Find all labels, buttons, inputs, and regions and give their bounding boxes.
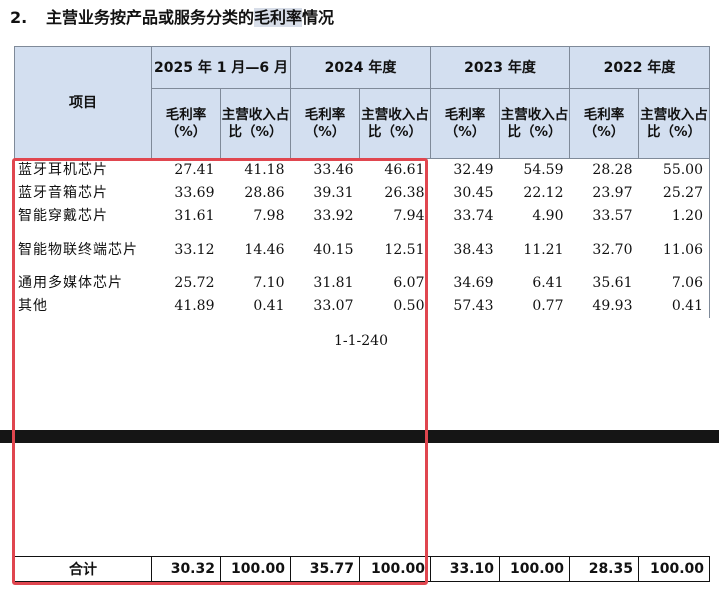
- revenue-share-header: 主营收入占比（%）: [220, 88, 291, 159]
- section-heading: 2. 主营业务按产品或服务分类的毛利率情况: [10, 4, 334, 32]
- cell-value: 39.31: [313, 185, 354, 201]
- cell-value: 32.70: [592, 242, 633, 258]
- total-value: 35.77: [290, 556, 360, 582]
- total-value: 30.32: [151, 556, 221, 582]
- cell-value: 0.41: [253, 298, 285, 314]
- gross-margin-header: 毛利率（%）: [151, 88, 221, 159]
- cell-value: 25.27: [638, 182, 710, 205]
- total-value: 100.00: [499, 556, 570, 582]
- row-name: 智能物联终端芯片: [14, 228, 152, 272]
- cell-value: 41.18: [244, 162, 285, 178]
- document-page: 2. 主营业务按产品或服务分类的毛利率情况 项目 2025 年 1 月—6 月 2…: [0, 0, 719, 593]
- page-break-band: [0, 430, 719, 443]
- cell-value: 35.61: [592, 275, 633, 291]
- cell-value: 0.50: [393, 298, 425, 314]
- table-row: 蓝牙音箱芯片 33.69 28.86 39.31 26.38 30.45 22.…: [14, 182, 710, 205]
- cell-value: 22.12: [523, 185, 564, 201]
- total-value: 33.10: [430, 556, 500, 582]
- cell-value: 25.72: [174, 275, 215, 291]
- table-row: 智能物联终端芯片 33.12 14.46 40.15 12.51 38.43 1…: [14, 228, 710, 272]
- revenue-share-header: 主营收入占比（%）: [359, 88, 431, 159]
- row-name: 智能穿戴芯片: [14, 205, 152, 228]
- period-header: 2022 年度: [569, 46, 710, 89]
- cell-value: 33.46: [313, 162, 354, 178]
- total-label: 合计: [14, 556, 152, 582]
- row-name: 蓝牙耳机芯片: [14, 158, 152, 182]
- total-row-table: 合计 30.32 100.00 35.77 100.00 33.10 100.0…: [14, 556, 710, 582]
- cell-value: 27.41: [174, 162, 215, 178]
- cell-value: 54.59: [523, 162, 564, 178]
- section-title-tail: 情况: [302, 8, 335, 27]
- cell-value: 33.69: [174, 185, 215, 201]
- cell-value: 33.12: [174, 242, 215, 258]
- cell-value: 49.93: [592, 298, 633, 314]
- total-value: 100.00: [220, 556, 291, 582]
- cell-value: 55.00: [638, 158, 710, 182]
- cell-value: 33.07: [313, 298, 354, 314]
- cell-value: 7.10: [253, 275, 285, 291]
- section-title: 主营业务按产品或服务分类的: [46, 8, 255, 27]
- cell-value: 32.49: [453, 162, 494, 178]
- cell-value: 41.89: [174, 298, 215, 314]
- period-header: 2025 年 1 月—6 月: [151, 46, 291, 89]
- total-value: 100.00: [359, 556, 431, 582]
- revenue-share-header: 主营收入占比（%）: [499, 88, 570, 159]
- period-header: 2023 年度: [430, 46, 570, 89]
- cell-value: 28.86: [244, 185, 285, 201]
- gross-margin-table: 项目 2025 年 1 月—6 月 2024 年度 2023 年度 2022 年…: [14, 46, 710, 318]
- cell-value: 26.38: [384, 185, 425, 201]
- cell-value: 12.51: [384, 242, 425, 258]
- row-name: 蓝牙音箱芯片: [14, 182, 152, 205]
- cell-value: 33.57: [592, 208, 633, 224]
- table-row: 蓝牙耳机芯片 27.41 41.18 33.46 46.61 32.49 54.…: [14, 158, 710, 182]
- cell-value: 6.07: [393, 275, 425, 291]
- cell-value: 4.90: [532, 208, 564, 224]
- cell-value: 7.98: [253, 208, 285, 224]
- cell-value: 46.61: [384, 162, 425, 178]
- total-value: 28.35: [569, 556, 639, 582]
- gross-margin-header: 毛利率（%）: [569, 88, 639, 159]
- cell-value: 7.94: [393, 208, 425, 224]
- cell-value: 34.69: [453, 275, 494, 291]
- table-row: 通用多媒体芯片 25.72 7.10 31.81 6.07 34.69 6.41…: [14, 272, 710, 295]
- period-header: 2024 年度: [290, 46, 431, 89]
- section-number: 2.: [10, 8, 28, 27]
- gross-margin-header: 毛利率（%）: [290, 88, 360, 159]
- section-title-highlight: 毛利率: [254, 8, 303, 27]
- cell-value: 38.43: [453, 242, 494, 258]
- total-row: 合计 30.32 100.00 35.77 100.00 33.10 100.0…: [14, 556, 710, 582]
- revenue-share-header: 主营收入占比（%）: [638, 88, 710, 159]
- table-row: 其他 41.89 0.41 33.07 0.50 57.43 0.77 49.9…: [14, 295, 710, 318]
- row-name: 其他: [14, 295, 152, 318]
- cell-value: 23.97: [592, 185, 633, 201]
- cell-value: 1.20: [638, 205, 710, 228]
- cell-value: 33.92: [313, 208, 354, 224]
- row-name: 通用多媒体芯片: [14, 272, 152, 295]
- cell-value: 14.46: [244, 242, 285, 258]
- cell-value: 11.21: [523, 242, 564, 258]
- gross-margin-header: 毛利率（%）: [430, 88, 500, 159]
- cell-value: 11.06: [638, 228, 710, 272]
- cell-value: 28.28: [592, 162, 633, 178]
- cell-value: 31.61: [174, 208, 215, 224]
- cell-value: 31.81: [313, 275, 354, 291]
- cell-value: 57.43: [453, 298, 494, 314]
- cell-value: 0.41: [638, 295, 710, 318]
- cell-value: 40.15: [313, 242, 354, 258]
- cell-value: 0.77: [532, 298, 564, 314]
- cell-value: 30.45: [453, 185, 494, 201]
- cell-value: 6.41: [532, 275, 564, 291]
- cell-value: 7.06: [638, 272, 710, 295]
- total-value: 100.00: [638, 556, 710, 582]
- item-header: 项目: [14, 46, 152, 159]
- table-row: 智能穿戴芯片 31.61 7.98 33.92 7.94 33.74 4.90 …: [14, 205, 710, 228]
- page-number: 1-1-240: [334, 333, 388, 349]
- cell-value: 33.74: [453, 208, 494, 224]
